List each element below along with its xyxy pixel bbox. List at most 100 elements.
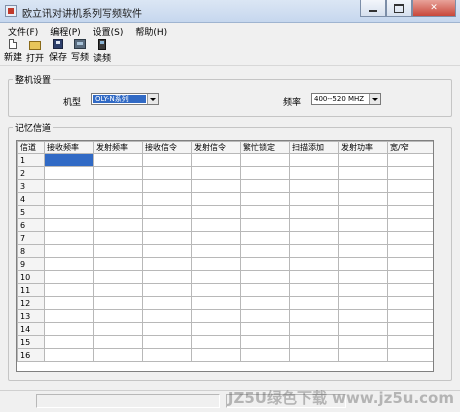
menu-help[interactable]: 帮助(H) (135, 23, 167, 38)
grid-cell[interactable] (387, 296, 433, 310)
grid-cell[interactable] (142, 179, 192, 193)
grid-cell[interactable] (44, 283, 94, 297)
grid-cell[interactable] (240, 270, 290, 284)
grid-cell[interactable] (142, 309, 192, 323)
grid-cell[interactable] (338, 218, 388, 232)
channel-number[interactable]: 2 (17, 166, 45, 180)
grid-cell[interactable] (44, 296, 94, 310)
grid-cell[interactable] (142, 257, 192, 271)
channel-number[interactable]: 1 (17, 153, 45, 167)
grid-cell[interactable] (289, 322, 339, 336)
channel-number[interactable]: 9 (17, 257, 45, 271)
grid-cell[interactable] (338, 270, 388, 284)
grid-cell[interactable] (338, 244, 388, 258)
grid-cell[interactable] (93, 192, 143, 206)
grid-cell[interactable] (240, 283, 290, 297)
channel-number[interactable]: 7 (17, 231, 45, 245)
grid-cell[interactable] (387, 218, 433, 232)
grid-cell[interactable] (44, 348, 94, 362)
grid-cell[interactable] (191, 231, 241, 245)
grid-cell[interactable] (240, 218, 290, 232)
grid-cell[interactable] (338, 348, 388, 362)
grid-cell[interactable] (191, 270, 241, 284)
close-button[interactable]: ✕ (412, 0, 456, 17)
grid-cell[interactable] (93, 218, 143, 232)
grid-cell[interactable] (240, 322, 290, 336)
grid-cell[interactable] (44, 244, 94, 258)
column-header[interactable]: 扫描添加 (289, 141, 339, 154)
grid-cell[interactable] (338, 153, 388, 167)
channel-number[interactable]: 10 (17, 270, 45, 284)
grid-cell[interactable] (142, 244, 192, 258)
model-select[interactable]: OLY-N系列 (91, 93, 159, 105)
grid-cell[interactable] (240, 231, 290, 245)
table-row[interactable]: 5 (17, 205, 433, 219)
menu-file[interactable]: 文件(F) (8, 23, 38, 38)
grid-cell[interactable] (93, 153, 143, 167)
grid-cell[interactable] (387, 335, 433, 349)
grid-cell[interactable] (44, 218, 94, 232)
grid-cell[interactable] (93, 166, 143, 180)
grid-cell[interactable] (240, 335, 290, 349)
grid-cell[interactable] (240, 192, 290, 206)
channel-number[interactable]: 6 (17, 218, 45, 232)
grid-cell[interactable] (387, 205, 433, 219)
grid-cell[interactable] (240, 153, 290, 167)
table-row[interactable]: 3 (17, 179, 433, 193)
grid-cell[interactable] (338, 257, 388, 271)
grid-cell[interactable] (44, 257, 94, 271)
grid-cell[interactable] (44, 270, 94, 284)
frequency-select[interactable]: 400--520 MHZ (311, 93, 381, 105)
grid-cell[interactable] (93, 257, 143, 271)
grid-cell[interactable] (338, 335, 388, 349)
grid-cell[interactable] (44, 322, 94, 336)
grid-cell[interactable] (93, 348, 143, 362)
grid-cell[interactable] (289, 166, 339, 180)
table-row[interactable]: 8 (17, 244, 433, 258)
channel-number[interactable]: 12 (17, 296, 45, 310)
grid-cell[interactable] (191, 218, 241, 232)
grid-cell[interactable] (240, 348, 290, 362)
grid-cell[interactable] (142, 205, 192, 219)
grid-cell[interactable] (142, 166, 192, 180)
grid-cell[interactable] (289, 218, 339, 232)
grid-cell[interactable] (142, 348, 192, 362)
grid-cell[interactable] (142, 335, 192, 349)
table-row[interactable]: 4 (17, 192, 433, 206)
grid-cell[interactable] (338, 283, 388, 297)
table-row[interactable]: 13 (17, 309, 433, 323)
minimize-button[interactable] (360, 0, 386, 17)
table-row[interactable]: 9 (17, 257, 433, 271)
grid-cell[interactable] (44, 192, 94, 206)
new-button[interactable]: 新建 (4, 39, 22, 63)
grid-cell[interactable] (44, 309, 94, 323)
grid-cell[interactable] (142, 296, 192, 310)
grid-cell[interactable] (387, 192, 433, 206)
channel-number[interactable]: 3 (17, 179, 45, 193)
menu-program[interactable]: 编程(P) (50, 23, 80, 38)
grid-cell[interactable] (289, 270, 339, 284)
channel-number[interactable]: 15 (17, 335, 45, 349)
grid-cell[interactable] (93, 270, 143, 284)
grid-cell[interactable] (191, 179, 241, 193)
grid-cell[interactable] (240, 179, 290, 193)
grid-cell[interactable] (93, 179, 143, 193)
grid-cell[interactable] (93, 244, 143, 258)
grid-cell[interactable] (93, 296, 143, 310)
channel-grid[interactable]: 信道 接收频率 发射频率 接收信令 发射信令 繁忙锁定 扫描添加 发射功率 宽/窄 123456… (16, 140, 434, 372)
grid-cell[interactable] (289, 296, 339, 310)
table-row[interactable]: 6 (17, 218, 433, 232)
grid-cell[interactable] (240, 257, 290, 271)
grid-cell[interactable] (142, 322, 192, 336)
menu-settings[interactable]: 设置(S) (93, 23, 124, 38)
grid-cell[interactable] (44, 166, 94, 180)
channel-number[interactable]: 8 (17, 244, 45, 258)
table-row[interactable]: 10 (17, 270, 433, 284)
grid-cell[interactable] (338, 179, 388, 193)
grid-cell[interactable] (289, 205, 339, 219)
grid-cell[interactable] (289, 309, 339, 323)
grid-cell[interactable] (93, 309, 143, 323)
grid-cell[interactable] (289, 244, 339, 258)
grid-cell[interactable] (142, 231, 192, 245)
grid-cell[interactable] (191, 257, 241, 271)
